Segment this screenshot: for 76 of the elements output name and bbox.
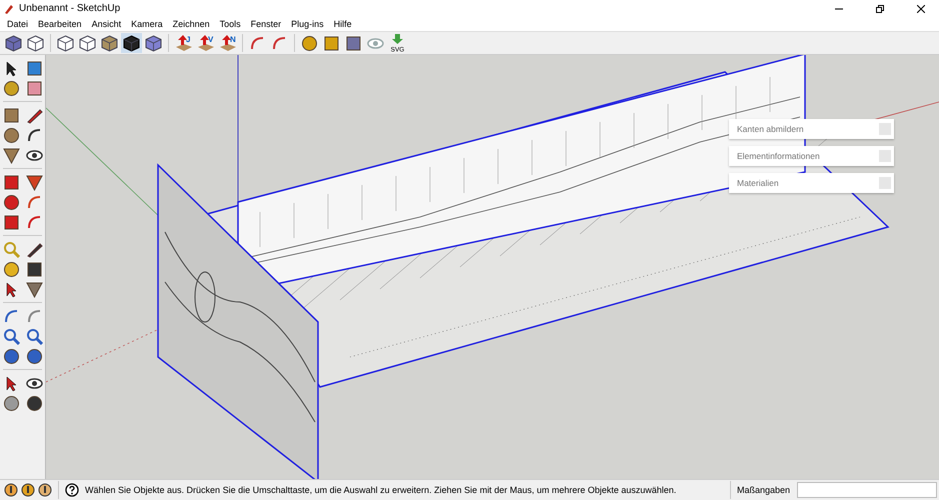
restore-icon bbox=[876, 4, 884, 12]
view-button[interactable] bbox=[99, 33, 120, 53]
collapsed-panel[interactable]: Kanten abmildern bbox=[729, 119, 894, 139]
tool-icon bbox=[2, 348, 20, 364]
tool-icon bbox=[26, 328, 42, 344]
view-button[interactable] bbox=[121, 33, 142, 53]
menu-item[interactable]: Ansicht bbox=[86, 19, 126, 29]
cube-icon bbox=[145, 34, 162, 52]
collapsed-panel[interactable]: Elementinformationen bbox=[729, 146, 894, 166]
panel-title: Materialien bbox=[737, 178, 779, 188]
panel-toggle-button[interactable] bbox=[879, 177, 891, 189]
cube-icon bbox=[57, 34, 74, 52]
tool-icon bbox=[2, 126, 20, 144]
status-hint: Wählen Sie Objekte aus. Drücken Sie die Umschalttaste, um die Auswahl zu erweitern. Ziehen Sie mit der Maus, um mehrere Objekte auszuwählen. bbox=[85, 485, 678, 495]
tool-icon bbox=[323, 34, 340, 52]
tool-icon bbox=[2, 260, 20, 278]
tool-icon bbox=[249, 34, 266, 52]
tool-icon bbox=[26, 280, 42, 298]
menu-item[interactable]: Hilfe bbox=[328, 19, 357, 29]
tool-icon bbox=[26, 174, 42, 190]
tool-icon bbox=[26, 240, 42, 258]
tool-icon bbox=[2, 394, 20, 412]
tool-icon bbox=[2, 308, 20, 324]
measurements-label: Maßangaben bbox=[736, 485, 790, 495]
tool-icon bbox=[26, 106, 42, 124]
tool-icon bbox=[2, 240, 20, 258]
menu-item[interactable]: Tools bbox=[214, 19, 246, 29]
tool-icon bbox=[271, 34, 288, 52]
tool-icon bbox=[26, 308, 42, 324]
menu-item[interactable]: Kamera bbox=[126, 19, 168, 29]
tool-icon bbox=[301, 34, 318, 52]
panel-toggle-button[interactable] bbox=[879, 123, 891, 135]
tool-icon bbox=[26, 348, 42, 364]
help-icon[interactable] bbox=[65, 483, 79, 497]
tool-icon bbox=[2, 146, 20, 164]
tool-button[interactable] bbox=[299, 33, 320, 53]
menu-item[interactable]: Zeichnen bbox=[168, 19, 215, 29]
status-icon[interactable] bbox=[21, 483, 35, 497]
cube-icon bbox=[79, 34, 96, 52]
panel-toggle-button[interactable] bbox=[879, 150, 891, 162]
app-logo-icon bbox=[4, 4, 14, 14]
panel-title: Kanten abmildern bbox=[737, 124, 804, 134]
cube-icon bbox=[27, 34, 44, 52]
tool-icon bbox=[2, 106, 20, 124]
collapsed-panel[interactable]: Materialien bbox=[729, 173, 894, 193]
tool-icon bbox=[26, 394, 42, 412]
view-button[interactable] bbox=[77, 33, 98, 53]
tool-icon bbox=[2, 194, 20, 210]
menu-item[interactable]: Plug-ins bbox=[286, 19, 329, 29]
status-icon[interactable] bbox=[38, 483, 52, 497]
cube-icon bbox=[123, 34, 140, 52]
tool-icon bbox=[2, 174, 20, 190]
tool-icon bbox=[2, 328, 20, 344]
status-icon[interactable] bbox=[4, 483, 18, 497]
tool-icon bbox=[26, 214, 42, 230]
tool-icon bbox=[26, 194, 42, 210]
menu-item[interactable]: Datei bbox=[2, 19, 34, 29]
view-button[interactable] bbox=[3, 33, 24, 53]
tool-icon bbox=[26, 80, 42, 96]
cube-icon bbox=[101, 34, 118, 52]
tool-icon bbox=[2, 80, 20, 96]
tool-icon bbox=[345, 34, 362, 52]
tool-icon bbox=[2, 214, 20, 230]
menu-item[interactable]: Fenster bbox=[246, 19, 286, 29]
tool-icon bbox=[26, 126, 42, 144]
view-button[interactable] bbox=[55, 33, 76, 53]
close-icon bbox=[917, 4, 925, 12]
menu-item[interactable]: Bearbeiten bbox=[33, 19, 87, 29]
measurements-field[interactable] bbox=[797, 482, 937, 498]
tool-icon bbox=[26, 60, 42, 76]
window-title: Unbenannt - SketchUp bbox=[19, 3, 122, 14]
view-button[interactable] bbox=[143, 33, 164, 53]
cube-icon bbox=[5, 34, 22, 52]
panel-title: Elementinformationen bbox=[737, 151, 820, 161]
view-button[interactable] bbox=[25, 33, 46, 53]
tool-icon bbox=[26, 260, 42, 278]
